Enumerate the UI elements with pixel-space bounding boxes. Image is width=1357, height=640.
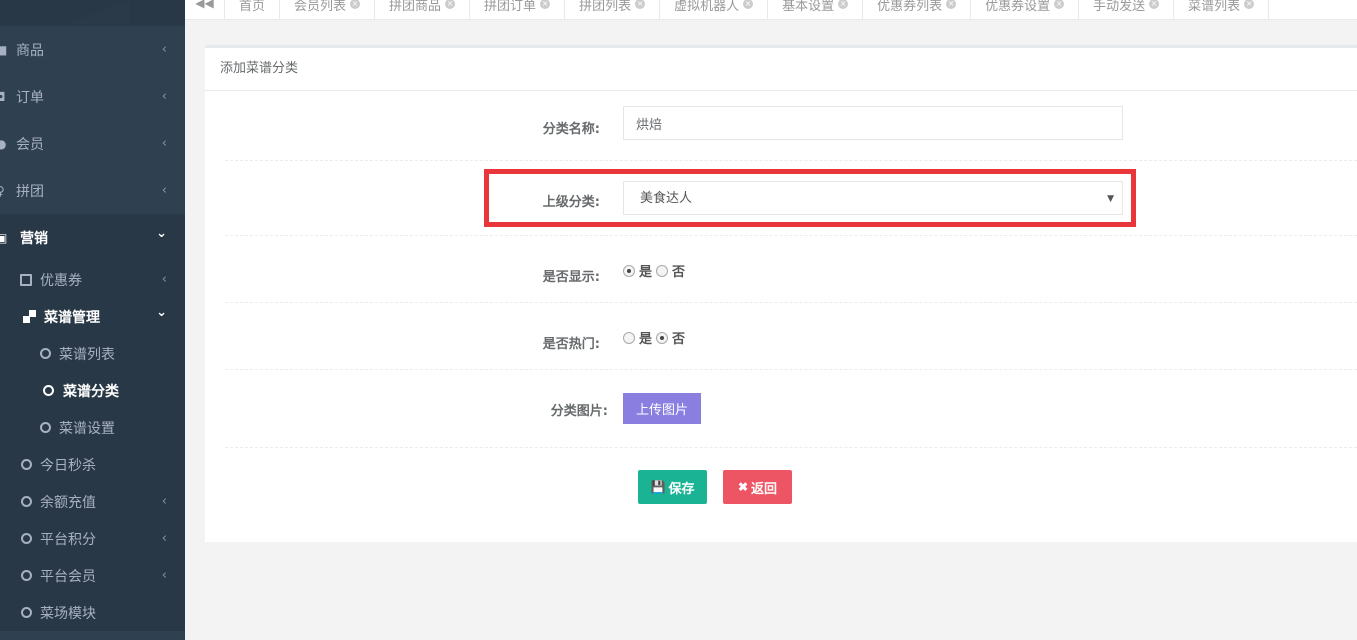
sidebar-item-flash-sale[interactable]: 今日秒杀 xyxy=(0,446,185,483)
sidebar-item-platform-points[interactable]: 平台积分 ‹ xyxy=(0,520,185,557)
divider xyxy=(225,302,1357,303)
divider xyxy=(225,447,1357,448)
chevron-left-icon: ‹ xyxy=(161,89,167,104)
tab-virtual-robot[interactable]: 虚拟机器人 × xyxy=(660,0,769,19)
circle-icon xyxy=(21,533,32,544)
sidebar-item-marketing[interactable]: ▣ 营销 ⌄ xyxy=(0,214,185,261)
circle-icon xyxy=(21,607,32,618)
highlight-box xyxy=(484,169,1136,227)
users-icon: ● xyxy=(0,136,7,151)
chevron-left-icon: ‹ xyxy=(161,42,167,57)
circle-icon xyxy=(21,496,32,507)
category-image-label: 分类图片: xyxy=(550,404,608,419)
tab-bar: ◀◀ 首页 会员列表 × 拼团商品 × 拼团订单 × 拼团列表 × 虚拟机器人 × 基本设… xyxy=(185,0,1357,20)
chevron-down-icon: ⌄ xyxy=(156,226,167,241)
upload-image-button[interactable]: 上传图片 xyxy=(623,393,701,424)
floppy-disk-icon: 💾 xyxy=(650,480,666,494)
chevron-left-icon: ‹ xyxy=(161,494,167,509)
close-icon[interactable]: × xyxy=(838,0,849,9)
tab-home[interactable]: 首页 xyxy=(225,0,281,19)
chevron-left-icon: ‹ xyxy=(161,136,167,151)
hot-radio-group: 是 否 xyxy=(623,328,689,347)
sidebar-item-platform-members[interactable]: 平台会员 ‹ xyxy=(0,557,185,594)
show-no-label: 否 xyxy=(672,265,686,280)
circle-icon xyxy=(40,348,51,359)
close-icon[interactable]: × xyxy=(1149,0,1160,9)
category-name-label: 分类名称: xyxy=(542,122,600,137)
sidebar-item-recipe-settings[interactable]: 菜谱设置 xyxy=(0,409,185,446)
sidebar-item-recipe-category[interactable]: 菜谱分类 xyxy=(0,372,185,409)
double-chevron-left-icon: ◀◀ xyxy=(195,0,214,10)
chevron-left-icon: ‹ xyxy=(161,531,167,546)
tab-group-list[interactable]: 拼团列表 × xyxy=(565,0,661,19)
circle-icon xyxy=(43,385,54,396)
tab-member-list[interactable]: 会员列表 × xyxy=(280,0,376,19)
sidebar-item-goods[interactable]: ■ 商品 ‹ xyxy=(0,26,185,73)
tab-group-goods[interactable]: 拼团商品 × xyxy=(375,0,471,19)
circle-icon xyxy=(21,570,32,581)
ticket-icon xyxy=(20,273,32,286)
sidebar-item-orders[interactable]: ◘ 订单 ‹ xyxy=(0,73,185,120)
sidebar-item-balance-recharge[interactable]: 余额充值 ‹ xyxy=(0,483,185,520)
tab-group-orders[interactable]: 拼团订单 × xyxy=(470,0,566,19)
back-button[interactable]: ✖ 返回 xyxy=(723,470,792,504)
sidebar-header xyxy=(0,0,185,26)
show-yes-label: 是 xyxy=(639,265,653,280)
tab-recipe-list[interactable]: 菜谱列表 × xyxy=(1174,0,1270,19)
show-radio-group: 是 否 xyxy=(623,261,689,280)
chevron-down-icon: ⌄ xyxy=(156,305,167,320)
sidebar-item-members[interactable]: ● 会员 ‹ xyxy=(0,120,185,167)
group-icon: ♀ xyxy=(0,183,5,198)
sidebar-item-coupons[interactable]: 优惠券 ‹ xyxy=(0,261,185,298)
sidebar: ■ 商品 ‹ ◘ 订单 ‹ ● 会员 ‹ ♀ 拼团 ‹ ▣ 营销 ⌄ 优惠券 ‹… xyxy=(0,0,185,640)
category-name-input[interactable] xyxy=(623,106,1123,140)
chevron-left-icon: ‹ xyxy=(161,568,167,583)
close-icon[interactable]: × xyxy=(445,0,456,9)
show-yes-radio[interactable] xyxy=(623,264,635,277)
circle-icon xyxy=(40,422,51,433)
hot-no-label: 否 xyxy=(672,332,686,347)
close-icon[interactable]: × xyxy=(946,0,957,9)
bag-icon: ■ xyxy=(0,42,8,57)
sidebar-item-groupbuy[interactable]: ♀ 拼团 ‹ xyxy=(0,167,185,214)
hot-label: 是否热门: xyxy=(542,337,600,352)
panel-title: 添加菜谱分类 xyxy=(205,48,1357,91)
sidebar-item-market-module[interactable]: 菜场模块 xyxy=(0,594,185,631)
divider xyxy=(225,160,1357,161)
hot-yes-radio[interactable] xyxy=(623,331,635,344)
tab-list: 首页 会员列表 × 拼团商品 × 拼团订单 × 拼团列表 × 虚拟机器人 × 基本设置 × … xyxy=(225,0,1270,19)
tab-manual-send[interactable]: 手动发送 × xyxy=(1079,0,1175,19)
gift-icon: ▣ xyxy=(0,230,8,245)
tab-basic-settings[interactable]: 基本设置 × xyxy=(768,0,864,19)
chevron-left-icon: ‹ xyxy=(161,272,167,287)
close-icon[interactable]: × xyxy=(743,0,754,9)
divider xyxy=(225,369,1357,370)
receipt-icon: ◘ xyxy=(0,89,6,104)
hot-yes-label: 是 xyxy=(639,332,653,347)
close-icon[interactable]: × xyxy=(1054,0,1065,9)
grid-icon xyxy=(23,310,36,323)
tab-coupon-list[interactable]: 优惠券列表 × xyxy=(863,0,972,19)
chevron-left-icon: ‹ xyxy=(161,183,167,198)
show-label: 是否显示: xyxy=(542,270,600,285)
close-icon[interactable]: × xyxy=(1244,0,1255,9)
close-icon: ✖ xyxy=(737,480,749,494)
tab-scroll-left-button[interactable]: ◀◀ xyxy=(185,0,225,19)
save-button[interactable]: 💾 保存 xyxy=(638,470,707,504)
close-icon[interactable]: × xyxy=(350,0,361,9)
close-icon[interactable]: × xyxy=(540,0,551,9)
show-no-radio[interactable] xyxy=(656,264,669,277)
circle-icon xyxy=(21,459,32,470)
hot-no-radio[interactable] xyxy=(656,331,669,344)
sidebar-item-recipe-management[interactable]: 菜谱管理 ⌄ xyxy=(0,298,185,335)
close-icon[interactable]: × xyxy=(635,0,646,9)
marketing-submenu: 优惠券 ‹ 菜谱管理 ⌄ 菜谱列表 菜谱分类 菜谱设置 今日秒杀 余额充值 ‹ xyxy=(0,261,185,631)
sidebar-item-recipe-list[interactable]: 菜谱列表 xyxy=(0,335,185,372)
divider xyxy=(225,235,1357,236)
tab-coupon-settings[interactable]: 优惠券设置 × xyxy=(971,0,1080,19)
content-panel: 添加菜谱分类 分类名称: 上级分类: 美食达人 ▼ 是否显示: 是 否 是否热门… xyxy=(205,45,1357,542)
